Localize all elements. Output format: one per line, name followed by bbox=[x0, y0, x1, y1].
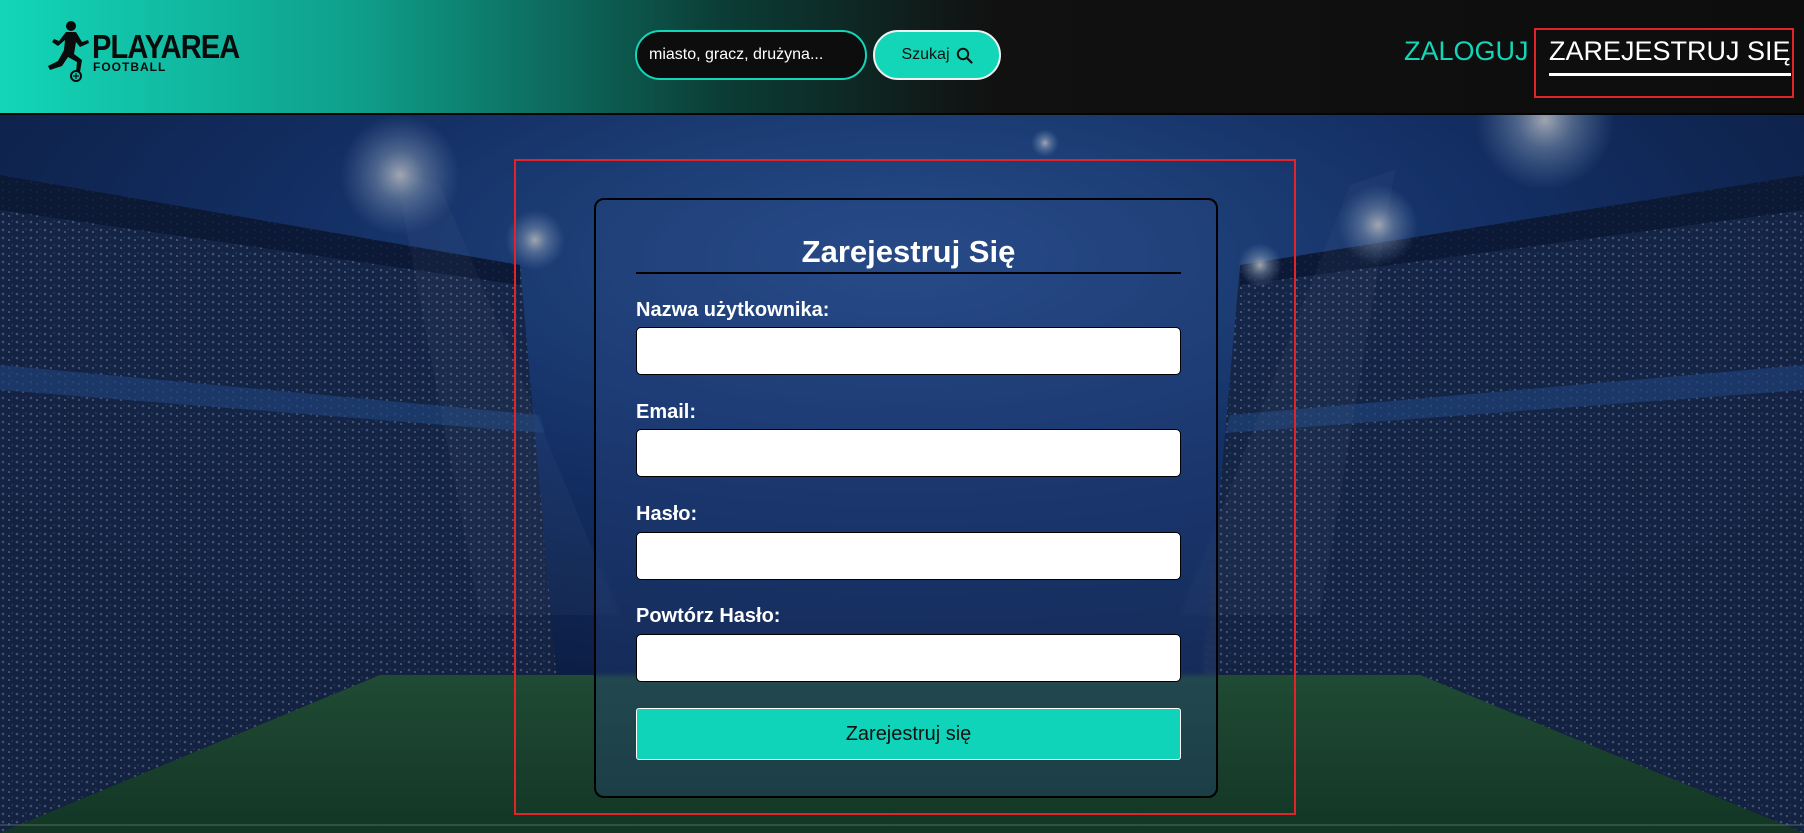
form-title: Zarejestruj Się bbox=[636, 234, 1181, 274]
email-label: Email: bbox=[636, 401, 697, 423]
email-field[interactable] bbox=[636, 429, 1181, 477]
register-submit-button[interactable]: Zarejestruj się bbox=[636, 708, 1181, 760]
repeat-password-label: Powtórz Hasło: bbox=[636, 605, 781, 627]
search-input[interactable] bbox=[635, 30, 867, 80]
password-field[interactable] bbox=[636, 532, 1181, 580]
search-button-label: Szukaj bbox=[901, 46, 950, 63]
username-label: Nazwa użytkownika: bbox=[636, 299, 830, 321]
logo-subtitle: FOOTBALL bbox=[93, 60, 167, 74]
nav-register-link[interactable]: ZAREJESTRUJ SIĘ bbox=[1549, 36, 1791, 76]
header: PLAYAREA FOOTBALL Szukaj ZALOGUJ ZAREJES… bbox=[0, 0, 1804, 115]
search-icon bbox=[956, 47, 973, 64]
repeat-password-field[interactable] bbox=[636, 634, 1181, 682]
football-player-icon bbox=[48, 21, 89, 82]
username-field[interactable] bbox=[636, 327, 1181, 375]
password-label: Hasło: bbox=[636, 503, 698, 525]
logo[interactable]: PLAYAREA FOOTBALL bbox=[40, 20, 240, 86]
register-form: Zarejestruj Się Nazwa użytkownika: Email… bbox=[594, 198, 1218, 798]
nav-login-link[interactable]: ZALOGUJ bbox=[1404, 36, 1529, 67]
search-button[interactable]: Szukaj bbox=[873, 30, 1001, 80]
